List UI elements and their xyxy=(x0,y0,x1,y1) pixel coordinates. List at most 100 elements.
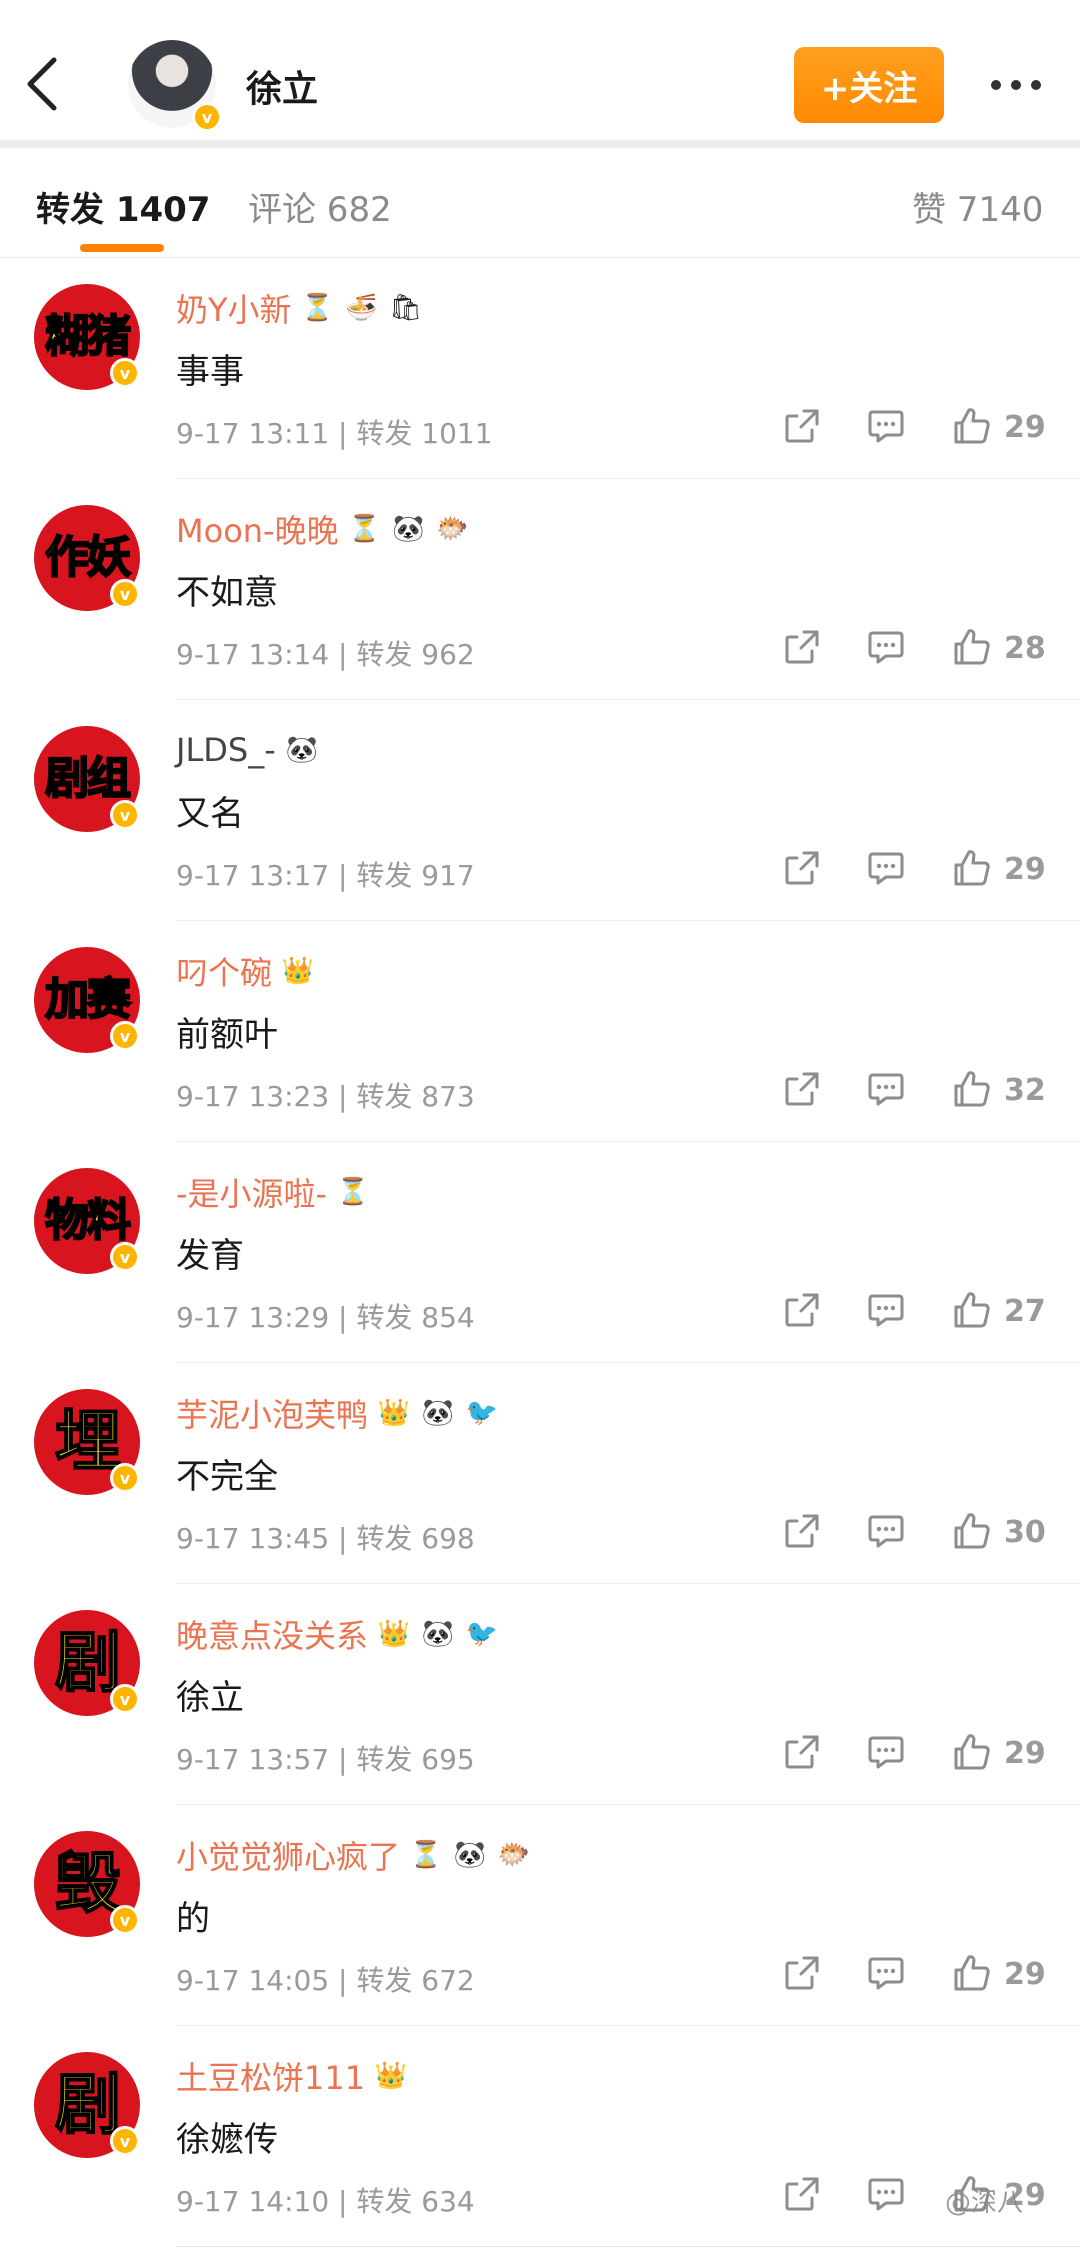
share-icon[interactable] xyxy=(780,1067,824,1111)
username-link[interactable]: 土豆松饼111 xyxy=(176,2053,365,2099)
repost-item[interactable]: 剧 v 晚意点没关系 👑 🐼 🐦 徐立 9-17 13:57 | 转发 695 29 xyxy=(0,1584,1080,1805)
username-row: -是小源啦- ⏳ xyxy=(176,1170,371,1214)
comment-icon[interactable] xyxy=(864,846,908,890)
avatar[interactable]: 糊猪 v xyxy=(34,284,140,390)
like-count: 30 xyxy=(1004,1515,1046,1550)
verified-badge-icon: v xyxy=(110,358,140,388)
share-icon[interactable] xyxy=(780,846,824,890)
avatar[interactable]: 毁v xyxy=(34,1831,140,1937)
username-link[interactable]: JLDS_- xyxy=(176,731,276,769)
share-icon[interactable] xyxy=(780,1288,824,1332)
repost-text: 不如意 xyxy=(176,573,278,613)
repost-item[interactable]: 加赛 v 叼个碗 👑 前额叶 9-17 13:23 | 转发 873 32 xyxy=(0,921,1080,1142)
like-icon[interactable] xyxy=(950,1951,994,1995)
comment-icon[interactable] xyxy=(864,1288,908,1332)
repost-item[interactable]: 埋 v 芋泥小泡芙鸭 👑 🐼 🐦 不完全 9-17 13:45 | 转发 698 30 xyxy=(0,1363,1080,1584)
avatar-text: 剧 xyxy=(54,2066,122,2143)
avatar-text: 物料 xyxy=(44,1195,132,1246)
like-count: 28 xyxy=(1004,631,1046,666)
like-count: 29 xyxy=(1004,1736,1046,1771)
repost-text: 发育 xyxy=(176,1236,244,1276)
username-row: 土豆松饼111 👑 xyxy=(176,2054,409,2098)
comment-icon[interactable] xyxy=(864,625,908,669)
badge-emoji-icon: ⏳ xyxy=(301,293,334,323)
timestamp-repost-count: 9-17 13:17 | 转发 917 xyxy=(176,859,475,892)
profile-name[interactable]: 徐立 xyxy=(246,60,318,112)
repost-item[interactable]: 剧 v 土豆松饼111 👑 徐嬷传 9-17 14:10 | 转发 634 29 xyxy=(0,2026,1080,2247)
username-link[interactable]: 奶Y小新 xyxy=(176,285,292,331)
username-row: Moon-晚晚 ⏳ 🐼 🐡 xyxy=(176,507,471,551)
like-icon[interactable] xyxy=(950,846,994,890)
like-icon[interactable] xyxy=(950,1509,994,1553)
like-icon[interactable] xyxy=(950,1730,994,1774)
share-icon[interactable] xyxy=(780,625,824,669)
header-divider xyxy=(0,140,1080,148)
username-link[interactable]: -是小源啦- xyxy=(176,1169,327,1215)
verified-badge-icon: v xyxy=(110,1905,140,1935)
username-link[interactable]: 叼个碗 xyxy=(176,948,272,994)
repost-item[interactable]: 物料 v -是小源啦- ⏳ 发育 9-17 13:29 | 转发 854 27 xyxy=(0,1142,1080,1363)
comment-icon[interactable] xyxy=(864,1067,908,1111)
share-icon[interactable] xyxy=(780,1509,824,1553)
username-link[interactable]: 芋泥小泡芙鸭 xyxy=(176,1390,368,1436)
more-options-icon[interactable] xyxy=(986,70,1046,100)
share-icon[interactable] xyxy=(780,404,824,448)
username-link[interactable]: Moon-晚晚 xyxy=(176,506,339,552)
comment-icon[interactable] xyxy=(864,1730,908,1774)
verified-badge-icon: v xyxy=(110,1242,140,1272)
repost-item[interactable]: 糊猪 v 奶Y小新 ⏳ 🍜 🛍 事事 9-17 13:11 | 转发 1011 29 xyxy=(0,258,1080,479)
share-icon[interactable] xyxy=(780,1730,824,1774)
avatar[interactable]: 剧组 v xyxy=(34,726,140,832)
badge-emoji-icon: 👑 xyxy=(374,2061,408,2091)
like-icon[interactable] xyxy=(950,625,994,669)
tab-likes[interactable]: 赞 7140 xyxy=(912,182,1043,231)
comment-icon[interactable] xyxy=(864,1509,908,1553)
verified-badge-icon: v xyxy=(192,102,222,132)
username-link[interactable]: 晚意点没关系 xyxy=(176,1611,368,1657)
like-icon[interactable] xyxy=(950,1067,994,1111)
avatar[interactable]: 加赛 v xyxy=(34,947,140,1053)
like-icon[interactable] xyxy=(950,1288,994,1332)
timestamp-repost-count: 9-17 13:23 | 转发 873 xyxy=(176,1080,475,1113)
avatar[interactable]: 埋v xyxy=(34,1389,140,1495)
username-row: 奶Y小新 ⏳ 🍜 🛍 xyxy=(176,286,424,330)
badge-emoji-icon: 👑 xyxy=(377,1398,411,1428)
timestamp-repost-count: 9-17 13:45 | 转发 698 xyxy=(176,1522,475,1555)
back-arrow-icon[interactable] xyxy=(22,54,62,114)
verified-badge-icon: v xyxy=(110,2126,140,2156)
tab-repost[interactable]: 转发 1407 xyxy=(36,182,210,231)
avatar[interactable]: 剧v xyxy=(34,2052,140,2158)
badge-emoji-icon: ⏳ xyxy=(348,514,381,544)
comment-icon[interactable] xyxy=(864,1951,908,1995)
top-bar: v 徐立 +关注 xyxy=(0,0,1080,140)
badge-emoji-icon: 🐼 xyxy=(421,1398,455,1428)
avatar[interactable]: 剧v xyxy=(34,1610,140,1716)
comment-icon[interactable] xyxy=(864,2172,908,2216)
badge-emoji-icon: 🐦 xyxy=(465,1619,499,1649)
verified-badge-icon: v xyxy=(110,1463,140,1493)
share-icon[interactable] xyxy=(780,2172,824,2216)
avatar-text: 剧 xyxy=(54,1624,122,1701)
repost-text: 不完全 xyxy=(176,1457,278,1497)
comment-icon[interactable] xyxy=(864,404,908,448)
repost-item[interactable]: 剧组 v JLDS_- 🐼 又名 9-17 13:17 | 转发 917 29 xyxy=(0,700,1080,921)
repost-text: 徐立 xyxy=(176,1678,244,1718)
repost-item[interactable]: 毁 v 小觉觉狮心疯了 ⏳ 🐼 🐡 的 9-17 14:05 | 转发 672 29 xyxy=(0,1805,1080,2026)
share-icon[interactable] xyxy=(780,1951,824,1995)
avatar[interactable]: 物料 v xyxy=(34,1168,140,1274)
timestamp-repost-count: 9-17 14:05 | 转发 672 xyxy=(176,1964,475,1997)
repost-text: 徐嬷传 xyxy=(176,2120,278,2160)
badge-emoji-icon: ⏳ xyxy=(409,1840,443,1870)
avatar-text: 糊猪 xyxy=(44,311,132,362)
like-icon[interactable] xyxy=(950,404,994,448)
watermark: @深八 xyxy=(945,2188,1024,2218)
avatar[interactable]: 作妖 v xyxy=(34,505,140,611)
tab-bar: 转发 1407 评论 682 赞 7140 xyxy=(0,148,1080,258)
timestamp-repost-count: 9-17 14:10 | 转发 634 xyxy=(176,2185,475,2218)
tab-comment[interactable]: 评论 682 xyxy=(248,182,392,231)
username-link[interactable]: 小觉觉狮心疯了 xyxy=(176,1832,400,1878)
repost-item[interactable]: 作妖 v Moon-晚晚 ⏳ 🐼 🐡 不如意 9-17 13:14 | 转发 962 28 xyxy=(0,479,1080,700)
profile-avatar[interactable]: v xyxy=(128,40,222,132)
follow-button[interactable]: +关注 xyxy=(794,47,944,123)
avatar-text: 剧组 xyxy=(44,753,132,804)
